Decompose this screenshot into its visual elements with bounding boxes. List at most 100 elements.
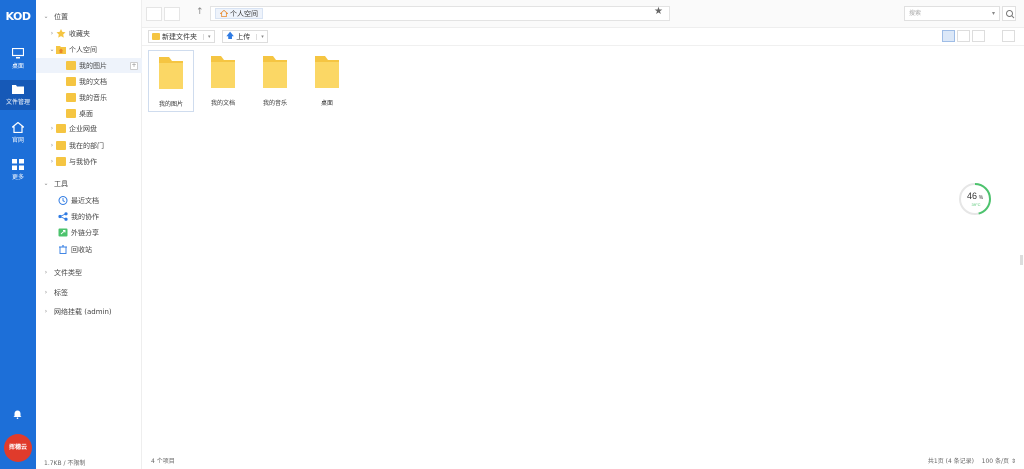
tree-item-label: 企业网盘 [69,124,97,133]
tree-section-mount[interactable]: › 网络挂载 (admin) [36,304,142,319]
tree-item-desktop[interactable]: 桌面 [36,106,142,121]
chevron-right-icon: › [50,30,54,37]
search-placeholder: 搜索 [909,10,922,17]
tree-item-my-pictures[interactable]: 我的图片 + [36,58,142,73]
nav-file-manager[interactable]: 文件管理 [0,80,36,110]
tree-section-tools[interactable]: ⌄ 工具 [36,176,142,191]
file-item[interactable]: 我的文档 [200,50,246,112]
per-page-select[interactable]: 100 条/页 [982,458,1009,465]
folder-icon [66,93,76,102]
monitor-icon [12,48,24,59]
tree-item-label: 个人空间 [69,45,97,54]
details-icon[interactable] [1002,30,1015,42]
more-icon[interactable]: + [130,61,138,70]
nav-desktop[interactable]: 桌面 [0,44,36,74]
tree-item-personal-space[interactable]: ⌄ 个人空间 [36,42,142,57]
file-name: 我的音乐 [262,100,287,107]
folder-icon [315,56,339,88]
gauge-percent-unit: % [979,195,984,201]
tree-section-file-type[interactable]: › 文件类型 [36,265,142,280]
enterprise-folder-icon [56,124,66,133]
tree-item-collab-with-me[interactable]: › 与我协作 [36,154,142,169]
chevron-right-icon: › [44,308,48,315]
kod-logo: KOD [5,10,31,23]
top-navigation-bar: ↑ 个人空间 ★ 搜索 ▾ [142,0,1024,28]
new-folder-button[interactable]: 新建文件夹 ▾ [148,30,215,43]
department-folder-icon [56,141,66,150]
tree-item-my-collab[interactable]: 我的协作 [36,209,142,224]
tree-item-my-music[interactable]: 我的音乐 [36,90,142,105]
tree-section-tags[interactable]: › 标签 [36,285,142,300]
usage-gauge[interactable]: 46 % 39°C [958,182,992,216]
chevron-down-icon[interactable]: ▾ [992,7,995,20]
tree-item-favorites[interactable]: › 收藏夹 [36,26,142,41]
nav-more[interactable]: 更多 [0,155,36,185]
collab-folder-icon [56,157,66,166]
notification-bell-icon[interactable] [13,410,22,419]
list-view-icon[interactable] [957,30,970,42]
status-bar: 4 个项目 共1页 (4 条记录) 100 条/页 ⇕ [142,452,1024,469]
forward-button[interactable] [164,7,180,21]
star-icon [56,29,66,38]
file-item[interactable]: 桌面 [304,50,350,112]
tree-item-my-department[interactable]: › 我在的部门 [36,138,142,153]
folder-icon [66,77,76,86]
storage-usage: 1.7KB / 不限制 [44,460,86,467]
clock-icon [58,196,68,205]
sort-icon[interactable] [925,30,938,42]
tree-section-label: 网络挂载 (admin) [54,307,112,316]
file-item[interactable]: 我的图片 [148,50,194,112]
tree-item-recent-docs[interactable]: 最近文档 [36,193,142,208]
tree-item-my-documents[interactable]: 我的文档 [36,74,142,89]
tree-item-label: 回收站 [71,245,92,254]
tree-item-link-share[interactable]: 外链分享 [36,225,142,240]
tree-item-label: 我的图片 [79,61,107,70]
folder-icon [263,56,287,88]
split-view-icon[interactable] [972,30,985,42]
chevron-down-icon[interactable]: ⇕ [1011,458,1016,465]
view-switcher [910,30,938,42]
tree-item-recycle-bin[interactable]: 回收站 [36,242,142,257]
tree-item-label: 最近文档 [71,196,99,205]
zoom-icon[interactable] [910,30,923,42]
upload-icon: 🡅 [226,30,235,40]
breadcrumb[interactable]: 个人空间 [215,8,263,19]
home-folder-icon [56,46,66,54]
folder-icon [66,109,76,118]
grid-view-icon[interactable] [942,30,955,42]
address-bar[interactable]: 个人空间 [210,6,670,21]
up-arrow-icon[interactable]: ↑ [196,7,204,17]
app-nav-bar: KOD 桌面 文件管理 官网 更多 挥穗云 [0,0,36,469]
tree-item-enterprise-disk[interactable]: › 企业网盘 [36,121,142,136]
gauge-percent: 46 [967,191,977,201]
detail-toggle [1002,30,1015,42]
home-folder-icon [220,10,228,17]
item-count: 4 个项目 [151,458,175,465]
grid-icon [12,159,24,170]
home-icon [12,122,24,133]
layout-switcher [942,30,985,42]
tree-section-location[interactable]: ⌄ 位置 [36,9,142,24]
nav-desktop-label: 桌面 [11,63,24,70]
scrollbar[interactable] [1020,255,1023,265]
chevron-down-icon[interactable]: ▾ [256,33,264,40]
chevron-down-icon[interactable]: ▾ [203,33,211,40]
search-input[interactable]: 搜索 ▾ [904,6,1000,21]
action-toolbar: 新建文件夹 ▾ 🡅 上传 ▾ [142,28,1024,46]
star-icon[interactable]: ★ [654,6,663,17]
back-button[interactable] [146,7,162,21]
nav-website[interactable]: 官网 [0,118,36,148]
file-item[interactable]: 我的音乐 [252,50,298,112]
search-button[interactable] [1002,6,1016,21]
folder-icon [152,33,160,40]
brand-badge[interactable]: 挥穗云 [4,434,32,462]
gauge-temp: 39°C [972,202,981,207]
breadcrumb-label: 个人空间 [230,9,258,18]
trash-icon [59,245,67,254]
tree-item-label: 桌面 [79,109,93,118]
upload-button[interactable]: 🡅 上传 ▾ [222,30,268,43]
tree-item-label: 收藏夹 [69,29,90,38]
file-name: 我的图片 [158,101,183,108]
chevron-down-icon: ⌄ [43,13,49,20]
file-name: 我的文档 [210,100,235,107]
